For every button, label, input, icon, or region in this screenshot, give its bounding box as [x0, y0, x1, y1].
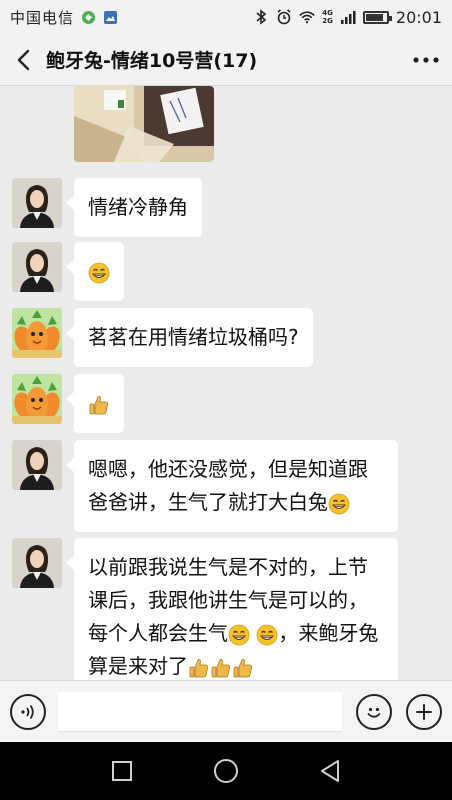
- clock-label: 20:01: [395, 7, 442, 27]
- alarm-icon: [276, 9, 292, 25]
- plus-button[interactable]: [406, 693, 442, 730]
- photo-message[interactable]: [74, 86, 214, 162]
- app-notification-icon: [80, 9, 96, 25]
- status-right: 4G 2G 20:01: [253, 8, 442, 27]
- message-text: 算是来对了: [88, 654, 188, 678]
- avatar-carrot[interactable]: [12, 374, 62, 424]
- signal-icon: [340, 9, 356, 25]
- thumbs-up-emoji-icon: [189, 658, 208, 677]
- grin-emoji-icon: [328, 493, 350, 514]
- avatar-woman[interactable]: [12, 242, 62, 292]
- message-text: ，来鲍牙兔: [278, 621, 379, 645]
- message-bubble[interactable]: 情绪冷静角: [66, 178, 202, 237]
- back-button[interactable]: [0, 34, 46, 86]
- network-type-badge: 4G 2G: [322, 9, 333, 25]
- chat-header: 鲍牙兔-情绪10号营(17): [0, 34, 452, 86]
- avatar-woman[interactable]: [12, 538, 62, 588]
- message-bubble[interactable]: [66, 242, 124, 301]
- chevron-left-icon: [17, 49, 30, 70]
- message-text: 情绪冷静角: [88, 195, 188, 219]
- grin-emoji-icon: [88, 262, 110, 283]
- home-button[interactable]: [211, 756, 241, 786]
- triangle-back-icon: [321, 760, 339, 782]
- message-text-line: 嗯嗯，他还没感觉，但是知道跟: [88, 457, 368, 481]
- input-bar: [0, 680, 452, 742]
- ellipsis-icon: [413, 56, 439, 63]
- carrier-label: 中国电信: [10, 8, 75, 27]
- thumbs-up-emoji-icon: [89, 395, 108, 414]
- circle-icon: [214, 759, 238, 783]
- thumbs-up-emoji-icon: [211, 658, 230, 677]
- message-text-line: 课后，我跟他讲生气是可以的，: [88, 588, 368, 612]
- status-left: 中国电信: [10, 7, 118, 28]
- chat-message-list[interactable]: 情绪冷静角 茗茗在用情绪垃圾桶吗? 嗯嗯，他还没感觉，但是知道跟 爸爸讲，生气了…: [0, 86, 452, 680]
- more-options-button[interactable]: [400, 34, 452, 86]
- gallery-notification-icon: [102, 9, 118, 25]
- bluetooth-icon: [253, 9, 269, 25]
- network-4g-label: 4G: [322, 9, 333, 17]
- message-text: 茗茗在用情绪垃圾桶吗?: [88, 325, 299, 349]
- message-input[interactable]: [58, 691, 342, 732]
- grin-emoji-icon: [256, 624, 278, 645]
- chat-title: 鲍牙兔-情绪10号营(17): [46, 50, 258, 72]
- recents-button[interactable]: [107, 756, 137, 786]
- smiley-icon: [367, 707, 381, 718]
- message-text-line: 爸爸讲，生气了就打大白兔: [88, 486, 384, 519]
- grin-emoji-icon: [228, 624, 250, 645]
- avatar-woman[interactable]: [12, 440, 62, 490]
- message-item: [0, 86, 452, 166]
- status-bar: 中国电信 4G 2G 20:01: [0, 0, 452, 34]
- message-text-line: 以前跟我说生气是不对的，上节: [88, 555, 368, 579]
- thumbs-up-emoji-icon: [233, 658, 252, 677]
- message-text-line: 每个人都会生气 ，来鲍牙兔: [88, 617, 384, 650]
- wifi-icon: [299, 9, 315, 25]
- back-nav-button[interactable]: [315, 756, 345, 786]
- message-text: 爸爸讲，生气了就打大白兔: [88, 490, 328, 514]
- plus-icon: [416, 703, 432, 720]
- square-icon: [112, 761, 132, 781]
- emoji-button[interactable]: [356, 693, 392, 730]
- avatar-woman[interactable]: [12, 178, 62, 228]
- voice-button[interactable]: [10, 693, 46, 730]
- message-bubble[interactable]: 茗茗在用情绪垃圾桶吗?: [66, 308, 313, 367]
- input-actions: [356, 693, 442, 730]
- system-nav-bar: [0, 742, 452, 800]
- message-text: 每个人都会生气: [88, 621, 228, 645]
- message-bubble[interactable]: 嗯嗯，他还没感觉，但是知道跟 爸爸讲，生气了就打大白兔: [66, 440, 398, 532]
- message-text-line: 算是来对了: [88, 650, 384, 680]
- avatar-carrot[interactable]: [12, 308, 62, 358]
- message-bubble[interactable]: [66, 374, 124, 433]
- battery-level-fill: [365, 13, 383, 21]
- message-bubble[interactable]: 以前跟我说生气是不对的，上节 课后，我跟他讲生气是可以的， 每个人都会生气 ，来…: [66, 538, 398, 680]
- network-2g-label: 2G: [322, 17, 333, 25]
- voice-icon: [21, 704, 34, 719]
- battery-icon: [362, 10, 392, 24]
